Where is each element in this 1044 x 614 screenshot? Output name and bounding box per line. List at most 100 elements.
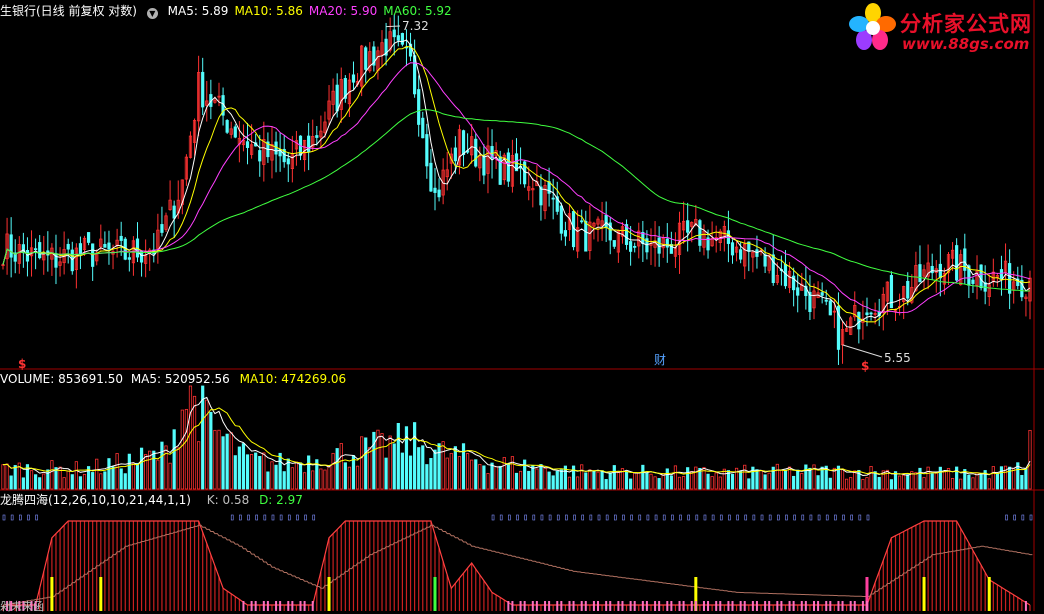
volume-bar[interactable] xyxy=(286,458,290,490)
volume-bar[interactable] xyxy=(820,466,824,490)
candle[interactable] xyxy=(999,269,1004,279)
volume-bar[interactable] xyxy=(172,429,176,490)
volume-bar[interactable] xyxy=(368,447,372,490)
candle[interactable] xyxy=(119,235,123,241)
candle[interactable] xyxy=(396,35,400,41)
volume-bar[interactable] xyxy=(494,466,498,490)
candle[interactable] xyxy=(906,280,910,299)
volume-bar[interactable] xyxy=(547,471,551,490)
volume-bar[interactable] xyxy=(470,459,474,490)
candle[interactable] xyxy=(730,242,735,256)
volume-bar[interactable] xyxy=(449,452,453,490)
volume-bar[interactable] xyxy=(686,467,690,490)
volume-bar[interactable] xyxy=(111,466,115,490)
volume-bar[interactable] xyxy=(254,452,258,490)
volume-bar[interactable] xyxy=(995,473,999,490)
volume-bar[interactable] xyxy=(5,463,9,490)
volume-bar[interactable] xyxy=(355,465,360,490)
volume-bar[interactable] xyxy=(808,467,812,490)
volume-bar[interactable] xyxy=(849,477,853,490)
volume-bar[interactable] xyxy=(645,472,649,490)
volume-bar[interactable] xyxy=(914,472,918,490)
volume-bar[interactable] xyxy=(763,474,767,490)
volume-bar[interactable] xyxy=(482,465,486,490)
candle[interactable] xyxy=(392,29,396,38)
volume-panel[interactable] xyxy=(1,385,1032,490)
volume-bar[interactable] xyxy=(421,445,425,490)
candle[interactable] xyxy=(629,241,633,252)
volume-bar[interactable] xyxy=(580,464,584,490)
volume-bar[interactable] xyxy=(360,436,364,490)
volume-bar[interactable] xyxy=(840,468,845,490)
volume-bar[interactable] xyxy=(164,445,168,490)
candle[interactable] xyxy=(34,248,38,251)
volume-bar[interactable] xyxy=(408,455,413,490)
volume-bar[interactable] xyxy=(400,452,404,490)
volume-bar[interactable] xyxy=(783,469,788,490)
volume-bar[interactable] xyxy=(669,475,673,490)
volume-bar[interactable] xyxy=(767,472,771,490)
volume-bar[interactable] xyxy=(29,470,34,490)
volume-bar[interactable] xyxy=(800,472,804,490)
volume-bar[interactable] xyxy=(474,459,478,490)
candle[interactable] xyxy=(633,245,637,248)
candle[interactable] xyxy=(400,33,404,45)
volume-bar[interactable] xyxy=(123,473,127,490)
volume-bar[interactable] xyxy=(127,453,131,490)
volume-bar[interactable] xyxy=(78,476,83,490)
candle[interactable] xyxy=(506,152,510,182)
volume-bar[interactable] xyxy=(510,456,515,490)
volume-bar[interactable] xyxy=(135,462,140,490)
volume-bar[interactable] xyxy=(1024,468,1028,490)
volume-bar[interactable] xyxy=(392,443,396,490)
candle[interactable] xyxy=(1008,263,1012,294)
candle[interactable] xyxy=(78,243,83,256)
volume-bar[interactable] xyxy=(290,467,294,490)
volume-bar[interactable] xyxy=(677,476,682,490)
candle[interactable] xyxy=(433,187,437,193)
volume-bar[interactable] xyxy=(413,422,417,490)
volume-bar[interactable] xyxy=(661,473,665,490)
candle[interactable] xyxy=(869,312,873,315)
candle[interactable] xyxy=(437,189,441,198)
candle[interactable] xyxy=(771,254,775,283)
volume-bar[interactable] xyxy=(95,458,99,490)
volume-bar[interactable] xyxy=(62,477,66,490)
volume-bar[interactable] xyxy=(629,478,633,490)
volume-bar[interactable] xyxy=(498,465,502,490)
volume-bar[interactable] xyxy=(506,463,510,490)
volume-bar[interactable] xyxy=(967,474,971,490)
candle[interactable] xyxy=(796,287,800,296)
volume-bar[interactable] xyxy=(739,471,743,490)
volume-bar[interactable] xyxy=(869,466,873,490)
candle[interactable] xyxy=(563,230,568,237)
volume-bar[interactable] xyxy=(518,470,523,490)
stock-chart-canvas[interactable]: 7.32 5.55 财 $ $ xyxy=(0,0,1044,611)
candle[interactable] xyxy=(66,243,70,250)
volume-bar[interactable] xyxy=(180,409,184,490)
volume-bar[interactable] xyxy=(747,478,751,490)
candle[interactable] xyxy=(918,264,922,283)
candle[interactable] xyxy=(351,74,356,83)
volume-bar[interactable] xyxy=(115,453,119,490)
volume-bar[interactable] xyxy=(74,461,78,490)
volume-bar[interactable] xyxy=(209,411,213,490)
volume-bar[interactable] xyxy=(588,469,592,490)
volume-bar[interactable] xyxy=(188,385,193,490)
volume-bar[interactable] xyxy=(429,458,433,490)
volume-bar[interactable] xyxy=(596,471,600,490)
volume-bar[interactable] xyxy=(918,467,922,490)
candle[interactable] xyxy=(665,238,669,248)
volume-bar[interactable] xyxy=(889,479,894,490)
candle[interactable] xyxy=(551,197,555,200)
volume-bar[interactable] xyxy=(478,463,482,490)
volume-bar[interactable] xyxy=(657,478,661,490)
volume-bar[interactable] xyxy=(828,477,832,490)
candle[interactable] xyxy=(86,232,91,243)
candle[interactable] xyxy=(539,186,543,206)
volume-bar[interactable] xyxy=(853,470,857,490)
volume-bar[interactable] xyxy=(584,472,588,490)
volume-bar[interactable] xyxy=(999,466,1004,490)
volume-bar[interactable] xyxy=(197,441,201,490)
volume-bar[interactable] xyxy=(282,471,286,490)
